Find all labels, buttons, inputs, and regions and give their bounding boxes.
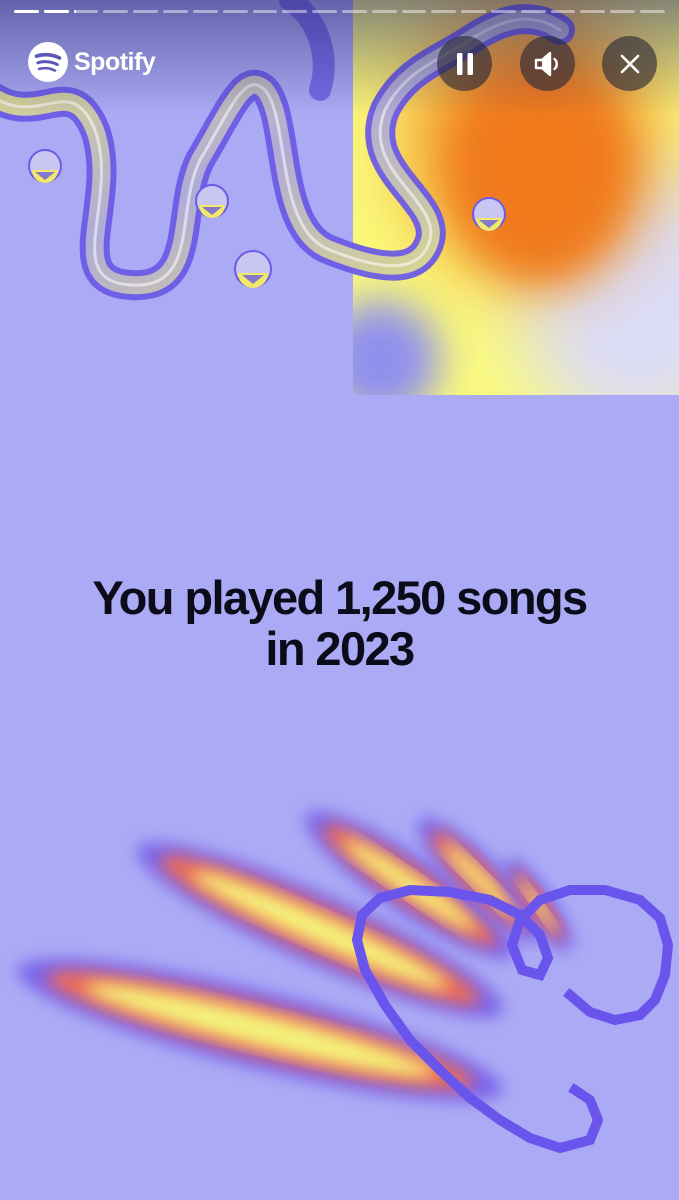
close-button[interactable] <box>602 36 657 91</box>
progress-segment <box>222 10 248 13</box>
progress-segment <box>401 10 427 13</box>
progress-segment <box>14 10 39 13</box>
progress-segment <box>341 10 367 13</box>
progress-segment <box>43 10 69 13</box>
progress-segment-fill <box>73 10 77 13</box>
speaker-icon <box>533 50 563 78</box>
light-streaks <box>17 811 573 1101</box>
scribble-line <box>351 884 674 1154</box>
spotify-logo: Spotify <box>28 42 156 82</box>
progress-segment <box>431 10 457 13</box>
headline-line-2: in 2023 <box>265 622 415 675</box>
progress-segment <box>461 10 486 13</box>
progress-segment <box>312 10 337 13</box>
progress-segment-fill <box>14 10 39 13</box>
progress-segment <box>640 10 665 13</box>
progress-segment <box>550 10 576 13</box>
spotify-logo-icon <box>28 42 68 82</box>
progress-segment <box>520 10 546 13</box>
progress-segment <box>282 10 308 13</box>
progress-segment <box>491 10 516 13</box>
pause-button[interactable] <box>437 36 492 91</box>
sound-toggle-button[interactable] <box>520 36 575 91</box>
brand-name: Spotify <box>74 47 156 76</box>
progress-segment <box>103 10 129 13</box>
story-progress-bar <box>14 10 665 14</box>
progress-segment <box>252 10 278 13</box>
progress-segment <box>133 10 159 13</box>
progress-segment <box>610 10 636 13</box>
songs-played-headline: You played 1,250 songs in 2023 <box>20 572 659 674</box>
progress-segment-fill <box>43 10 69 13</box>
progress-segment <box>580 10 606 13</box>
progress-segment <box>371 10 397 13</box>
pause-icon <box>454 52 476 76</box>
progress-segment <box>192 10 218 13</box>
progress-segment <box>163 10 188 13</box>
close-icon <box>619 53 641 75</box>
wrapped-story-screen: Spotify You played 1,250 songs in 2023 <box>0 0 679 1200</box>
progress-segment <box>73 10 99 13</box>
headline-line-1: You played 1,250 songs <box>92 571 588 624</box>
